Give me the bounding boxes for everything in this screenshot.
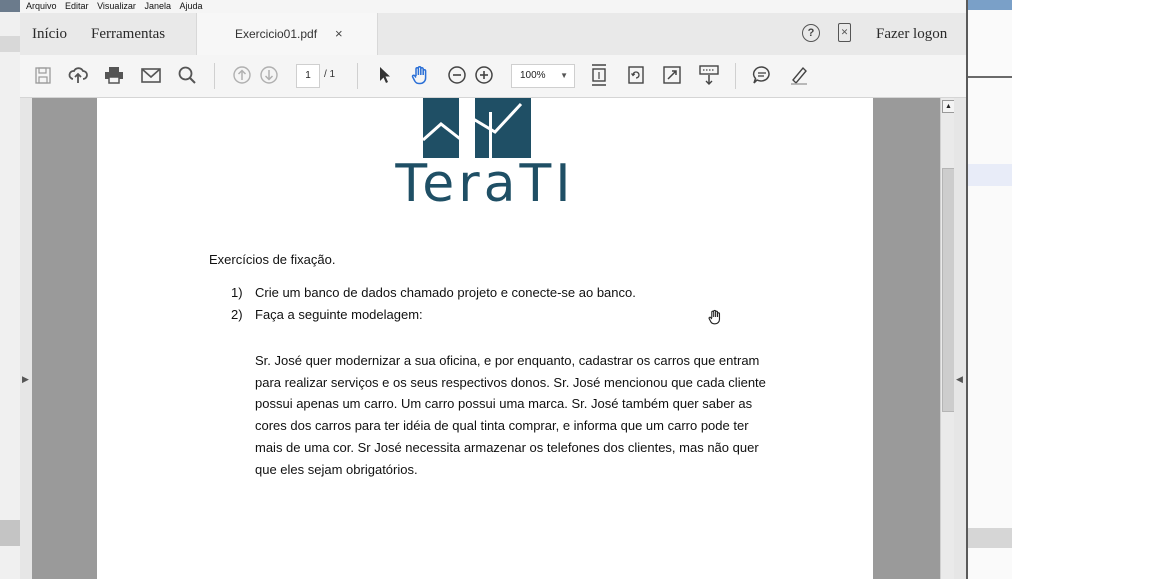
- menu-arquivo[interactable]: Arquivo: [26, 1, 57, 11]
- toolbar-divider: [735, 63, 736, 89]
- zoom-value: 100%: [520, 70, 546, 81]
- exercise-description: Sr. José quer modernizar a sua oficina, …: [255, 350, 785, 480]
- document-tab-label: Exercicio01.pdf: [235, 27, 318, 41]
- logo-wordmark: TeraTI: [395, 154, 575, 214]
- background-window-left: [0, 0, 21, 579]
- close-tab-icon[interactable]: ×: [335, 13, 343, 55]
- page-total: / 1: [324, 69, 336, 80]
- background-window-right: [966, 0, 1014, 579]
- rotate-page-icon[interactable]: [625, 64, 647, 86]
- tab-home[interactable]: Início: [32, 13, 67, 55]
- background-divider: [968, 76, 1014, 78]
- hand-cursor-icon: [707, 308, 723, 331]
- help-icon[interactable]: ?: [802, 24, 820, 42]
- tab-tools[interactable]: Ferramentas: [91, 13, 165, 55]
- chevron-right-icon: ▶: [22, 374, 29, 384]
- zoom-select[interactable]: 100% ▼: [511, 64, 575, 88]
- menu-ajuda[interactable]: Ajuda: [179, 1, 202, 11]
- tab-bar: Início Ferramentas Exercicio01.pdf × ? ✕…: [20, 13, 966, 56]
- exercise-heading: Exercícios de fixação.: [209, 252, 336, 267]
- sign-in-button[interactable]: Fazer logon: [876, 13, 947, 55]
- paragraph-line: cores dos carros para ter idéia de qual …: [255, 418, 749, 434]
- arrow-down-circle-icon[interactable]: [258, 64, 280, 86]
- chevron-down-icon: ▼: [560, 71, 568, 80]
- highlight-pen-icon[interactable]: [788, 64, 810, 86]
- right-panel-toggle[interactable]: ◀: [954, 98, 966, 579]
- vertical-scrollbar[interactable]: ▲: [940, 98, 955, 579]
- list-item-text: Crie um banco de dados chamado projeto e…: [255, 285, 636, 300]
- paragraph-line: para realizar serviços e os seus respect…: [255, 374, 766, 390]
- toolbar-divider: [357, 63, 358, 89]
- paragraph-line: possui apenas um carro. Um carro possui …: [255, 396, 753, 412]
- background-titlebar: [0, 0, 20, 12]
- list-item-number: 1): [231, 285, 243, 300]
- fit-page-icon[interactable]: [588, 64, 610, 86]
- upload-icon[interactable]: [67, 64, 89, 86]
- toolbar: 1 / 1 100% ▼: [20, 55, 966, 98]
- save-icon[interactable]: [32, 64, 54, 86]
- list-item-number: 2): [231, 307, 243, 322]
- read-mode-icon[interactable]: [698, 64, 720, 86]
- hand-icon[interactable]: [409, 64, 431, 86]
- menu-janela[interactable]: Janela: [144, 1, 171, 11]
- paragraph-line: mais de uma cor. Sr José necessita armaz…: [255, 439, 759, 455]
- menu-editar[interactable]: Editar: [65, 1, 89, 11]
- pointer-icon[interactable]: [374, 64, 396, 86]
- search-icon[interactable]: [176, 64, 198, 86]
- tab-document[interactable]: Exercicio01.pdf ×: [196, 13, 378, 55]
- background-row-highlight: [968, 164, 1014, 186]
- background-panel: [0, 520, 20, 546]
- list-item-text: Faça a seguinte modelagem:: [255, 307, 423, 322]
- desktop-area: [1012, 0, 1152, 579]
- comment-icon[interactable]: [751, 64, 773, 86]
- paragraph-line: Sr. José quer modernizar a sua oficina, …: [255, 353, 760, 368]
- document-viewer[interactable]: ▶ TeraTI Exercícios de fixação. 1) Crie …: [20, 98, 966, 579]
- background-panel-right: [968, 528, 1014, 548]
- chevron-left-icon: ◀: [956, 374, 963, 384]
- menu-bar: Arquivo Editar Visualizar Janela Ajuda: [20, 0, 966, 13]
- background-folder-icon: [0, 36, 20, 52]
- arrow-up-circle-icon[interactable]: [231, 64, 253, 86]
- zoom-in-icon[interactable]: [473, 64, 495, 86]
- toolbar-divider: [214, 63, 215, 89]
- zoom-out-icon[interactable]: [446, 64, 468, 86]
- print-icon[interactable]: [103, 64, 125, 86]
- full-screen-icon[interactable]: [661, 64, 683, 86]
- menu-visualizar[interactable]: Visualizar: [97, 1, 136, 11]
- left-panel-toggle[interactable]: ▶: [20, 98, 32, 579]
- paragraph-line: que eles sejam obrigatórios.: [255, 461, 418, 477]
- background-titlebar-right: [968, 0, 1014, 10]
- pdf-page: TeraTI Exercícios de fixação. 1) Crie um…: [97, 98, 873, 579]
- email-icon[interactable]: [140, 64, 162, 86]
- mobile-link-icon[interactable]: ✕: [838, 23, 851, 42]
- page-number-input[interactable]: 1: [296, 64, 320, 88]
